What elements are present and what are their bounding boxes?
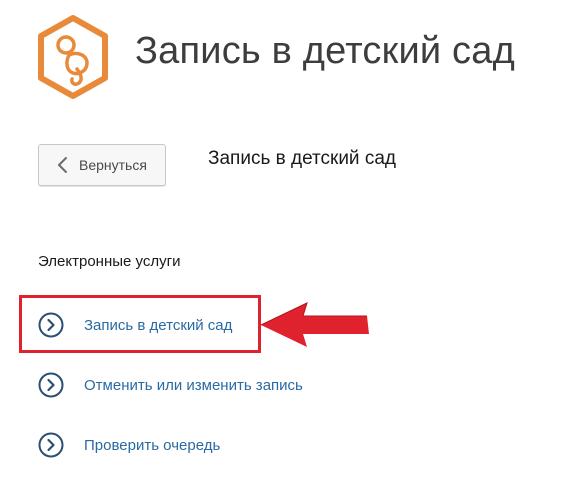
service-link-queue[interactable]: Проверить очередь <box>38 430 220 460</box>
back-button[interactable]: Вернуться <box>38 144 166 186</box>
back-button-label: Вернуться <box>79 157 147 173</box>
red-arrow-icon <box>260 302 369 347</box>
chevron-left-icon <box>58 157 67 173</box>
page: Запись в детский сад Вернуться Запись в … <box>0 0 581 484</box>
services-heading: Электронные услуги <box>38 253 181 270</box>
service-link-label: Отменить или изменить запись <box>84 376 303 394</box>
service-link-label: Проверить очередь <box>84 436 221 454</box>
pacifier-hexagon-icon <box>38 15 108 99</box>
chevron-right-circle-icon <box>38 312 64 338</box>
chevron-right-circle-icon <box>38 372 64 398</box>
section-title: Запись в детский сад <box>208 148 396 169</box>
chevron-right-circle-icon <box>38 432 64 458</box>
service-link-label: Запись в детский сад <box>84 316 233 334</box>
header-title: Запись в детский сад <box>135 30 515 72</box>
service-link-enroll[interactable]: Запись в детский сад <box>38 310 232 340</box>
service-link-change[interactable]: Отменить или изменить запись <box>38 370 303 400</box>
